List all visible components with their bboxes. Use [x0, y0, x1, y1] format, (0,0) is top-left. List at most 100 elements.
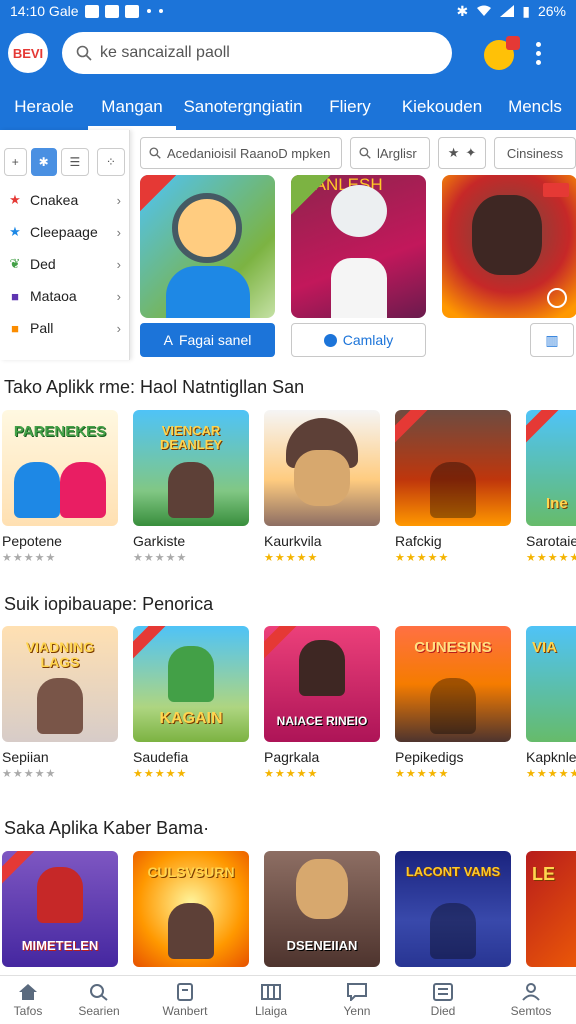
settings-icon[interactable]: ⁘ [96, 148, 125, 176]
app-card[interactable]: Rafckig ★★★★★ [395, 410, 511, 564]
app-card[interactable]: KAGAIN Saudefia ★★★★★ [133, 626, 249, 780]
ribbon [395, 410, 433, 448]
app-card[interactable]: DSENEIIAN [264, 851, 380, 967]
library-icon [261, 983, 281, 1000]
section-title: Saka Aplika Kaber Bama· [4, 818, 210, 838]
app-card[interactable]: VIA Kapknle ★★★★★ [526, 626, 576, 780]
tile-caption: CULSVSURN [147, 864, 235, 880]
bottom-navigation: Tafos Searien Wanbert Llaiga Yenn Died S… [0, 975, 576, 1024]
sidebar-item-cleepaage[interactable]: ★ Cleepaage › [0, 216, 129, 248]
app-card[interactable]: CUNESINS Pepikedigs ★★★★★ [395, 626, 511, 780]
app-card[interactable]: PARENEKES Pepotene ★★★★★ [2, 410, 118, 564]
tab-kiekouden[interactable]: Kiekouden [390, 84, 494, 130]
app-icon-image: VIA [526, 626, 576, 742]
tab-sanotergngiatin[interactable]: Sanotergngiatin [176, 84, 310, 130]
search-placeholder: ke sancaizall paoll [100, 44, 230, 61]
character-art [430, 462, 476, 518]
view-toolbar: + ✱ ☰ ⁘ [0, 130, 129, 184]
app-name: Pagrkala [264, 749, 320, 765]
character-art [60, 462, 107, 518]
ribbon [133, 626, 171, 664]
nav-item-yenn[interactable]: Yenn [314, 976, 400, 1024]
grid-toggle-button[interactable]: ▥ [530, 323, 574, 357]
profile-avatar[interactable] [484, 36, 520, 70]
featured-secondary-button[interactable]: Camlaly [291, 323, 426, 357]
app-icon-image: VIENCAR DEANLEY [133, 410, 249, 526]
more-notifications-icon [146, 9, 151, 13]
character-art [13, 462, 60, 518]
more-menu-icon[interactable] [536, 41, 541, 65]
bar-grid-icon: ▥ [545, 331, 559, 348]
nav-label: Searien [78, 1003, 120, 1018]
tile-caption: LACONT VAMS [405, 864, 501, 879]
app-card[interactable]: MIMETELEN [2, 851, 118, 967]
tab-mangan[interactable]: Mangan [88, 84, 176, 130]
featured-carousel: DEANLESH A Fagai sanel Camlaly ▥ [140, 175, 576, 360]
app-name: Garkiste [133, 533, 186, 549]
app-logo[interactable]: BEVI [8, 33, 48, 73]
home-icon [19, 983, 37, 1000]
list-view-icon[interactable]: ☰ [60, 148, 89, 176]
app-card[interactable]: NAIACE RINEIO Pagrkala ★★★★★ [264, 626, 380, 780]
nav-item-died[interactable]: Died [400, 976, 486, 1024]
signal-icon [500, 5, 515, 17]
nav-item-tafos[interactable]: Tafos [0, 976, 56, 1024]
app-icon-image: Ine [526, 410, 576, 526]
app-icon-image: DSENEIIAN [264, 851, 380, 967]
search-input[interactable]: ke sancaizall paoll [62, 32, 452, 74]
app-card[interactable]: Kaurkvila ★★★★★ [264, 410, 380, 564]
featured-primary-button[interactable]: A Fagai sanel [140, 323, 275, 357]
character-art [296, 859, 348, 919]
filter-chip-cinsiness[interactable]: Cinsiness [494, 137, 576, 169]
featured-tile-1[interactable] [140, 175, 275, 318]
app-card[interactable]: Ine Sarotaie ★★★★★ [526, 410, 576, 564]
nav-item-semtos[interactable]: Semtos [486, 976, 576, 1024]
featured-tile-3[interactable] [442, 175, 576, 318]
filter-chip-favorites[interactable]: ★ ✦ [438, 137, 486, 169]
ribbon [264, 626, 302, 664]
chevron-right-icon: › [116, 288, 121, 304]
app-bar: BEVI ke sancaizall paoll [0, 22, 576, 84]
nav-item-searien[interactable]: Searien [56, 976, 142, 1024]
filter-search-chip[interactable]: Acedanioisil RaanoD mpken [140, 137, 342, 169]
filter-chip-arglisr[interactable]: lArglisr [350, 137, 430, 169]
character-art [299, 640, 345, 696]
app-card[interactable]: VIENCAR DEANLEY Garkiste ★★★★★ [133, 410, 249, 564]
featured-tile-2[interactable]: DEANLESH [291, 175, 426, 318]
app-card[interactable]: LACONT VAMS [395, 851, 511, 967]
grid-view-icon[interactable]: ✱ [30, 148, 57, 176]
sidebar-item-ded[interactable]: ❦ Ded › [0, 248, 129, 280]
tile-caption: Ine [546, 495, 568, 513]
add-icon[interactable]: + [4, 148, 27, 176]
chip-label: Acedanioisil RaanoD mpken [167, 145, 331, 161]
badge [543, 183, 569, 197]
nav-item-wanbert[interactable]: Wanbert [142, 976, 228, 1024]
nav-label: Yenn [343, 1003, 371, 1018]
sidebar-item-pall[interactable]: ■ Pall › [0, 312, 129, 344]
app-name: Rafckig [395, 533, 442, 549]
sidebar-item-mataoa[interactable]: ■ Mataoa › [0, 280, 129, 312]
app-icon: ■ [11, 320, 19, 336]
character-art [168, 462, 214, 518]
search-icon [359, 147, 371, 159]
nav-item-llaiga[interactable]: Llaiga [228, 976, 314, 1024]
tab-fliery[interactable]: Fliery [310, 84, 390, 130]
tab-heraole[interactable]: Heraole [0, 84, 88, 130]
sidebar-item-label: Pall [30, 320, 54, 336]
app-name: Sarotaie [526, 533, 576, 549]
sidebar-item-label: Cnakea [30, 192, 79, 208]
tile-caption: DSENEIIAN [286, 938, 358, 954]
character-art [168, 903, 214, 959]
tile-caption: MIMETELEN [21, 938, 99, 954]
check-circle-icon [323, 333, 337, 347]
app-icon-image: CULSVSURN [133, 851, 249, 967]
rating-stars: ★★★★★ [395, 552, 450, 564]
app-card[interactable]: VIADNING LAGS Sepiian ★★★★★ [2, 626, 118, 780]
tab-mencls[interactable]: Mencls [494, 84, 576, 130]
app-icon-image: KAGAIN [133, 626, 249, 742]
sidebar-item-cnakea[interactable]: ★ Cnakea › [0, 184, 129, 216]
app-card[interactable]: LE [526, 851, 576, 967]
play-icon [547, 288, 567, 308]
app-card[interactable]: CULSVSURN [133, 851, 249, 967]
rating-stars: ★★★★★ [264, 552, 319, 564]
